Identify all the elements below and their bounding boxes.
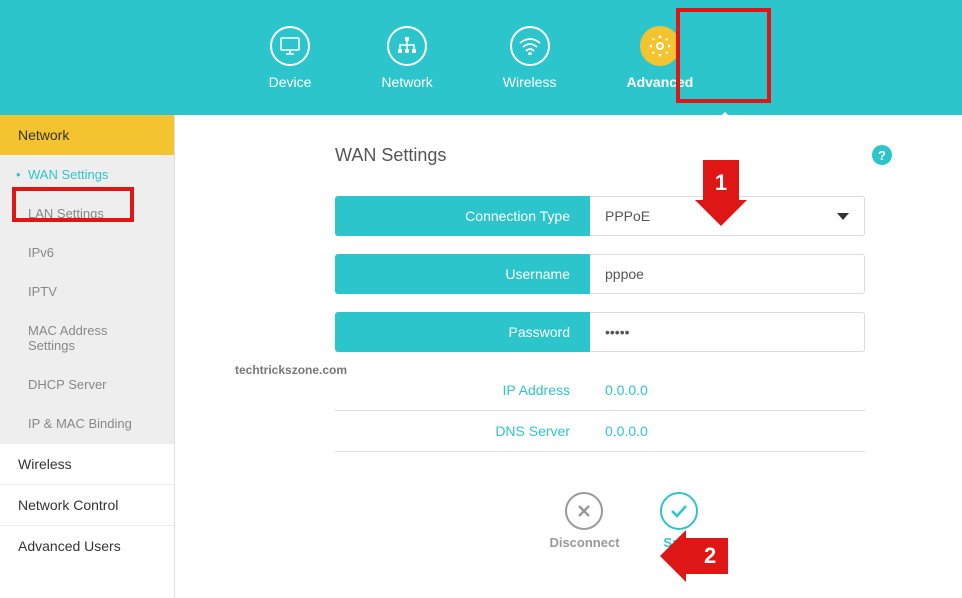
value-dns-server: 0.0.0.0 <box>590 423 648 439</box>
network-icon <box>387 26 427 66</box>
sidebar-header-network[interactable]: Network <box>0 115 174 155</box>
nav-wireless[interactable]: Wireless <box>503 26 557 90</box>
value-ip-address: 0.0.0.0 <box>590 382 648 398</box>
nav-network-label: Network <box>381 74 432 90</box>
actions-row: Disconnect Save <box>335 492 912 550</box>
content-area: Network WAN Settings LAN Settings IPv6 I… <box>0 115 962 598</box>
select-connection-type-value: PPPoE <box>605 208 650 224</box>
label-ip-address: IP Address <box>335 382 590 398</box>
page-title: WAN Settings <box>335 145 912 166</box>
input-username[interactable] <box>605 266 849 282</box>
field-password: Password <box>335 312 865 352</box>
save-label: Save <box>663 535 693 550</box>
input-password-wrapper <box>590 312 865 352</box>
field-connection-type: Connection Type PPPoE <box>335 196 865 236</box>
top-nav: Device Network Wireless Advanced <box>0 0 962 115</box>
sidebar-item-wan-settings[interactable]: WAN Settings <box>0 155 174 194</box>
sidebar-item-ip-mac-binding[interactable]: IP & MAC Binding <box>0 404 174 443</box>
wifi-icon <box>510 26 550 66</box>
sidebar-item-ipv6[interactable]: IPv6 <box>0 233 174 272</box>
sidebar-group-network: Network WAN Settings LAN Settings IPv6 I… <box>0 115 174 443</box>
info-ip-address: IP Address 0.0.0.0 <box>335 370 865 411</box>
sidebar-section-wireless[interactable]: Wireless <box>0 443 174 484</box>
sidebar-item-mac-address[interactable]: MAC Address Settings <box>0 311 174 365</box>
watermark-text: techtrickszone.com <box>235 363 347 377</box>
main-panel: WAN Settings ? Connection Type PPPoE Use… <box>175 115 962 598</box>
close-icon <box>565 492 603 530</box>
info-dns-server: DNS Server 0.0.0.0 <box>335 411 865 452</box>
nav-advanced[interactable]: Advanced <box>626 26 693 90</box>
sidebar-section-network-control[interactable]: Network Control <box>0 484 174 525</box>
input-username-wrapper <box>590 254 865 294</box>
gear-icon <box>640 26 680 66</box>
nav-network[interactable]: Network <box>381 26 432 90</box>
sidebar-item-dhcp-server[interactable]: DHCP Server <box>0 365 174 404</box>
input-password[interactable] <box>605 324 849 340</box>
sidebar-item-lan-settings[interactable]: LAN Settings <box>0 194 174 233</box>
annotation-label-1: 1 <box>703 160 739 200</box>
nav-device-label: Device <box>269 74 312 90</box>
save-button[interactable]: Save <box>660 492 698 550</box>
nav-wireless-label: Wireless <box>503 74 557 90</box>
label-dns-server: DNS Server <box>335 423 590 439</box>
nav-device[interactable]: Device <box>269 26 312 90</box>
field-username: Username <box>335 254 865 294</box>
chevron-down-icon <box>837 213 849 220</box>
sidebar: Network WAN Settings LAN Settings IPv6 I… <box>0 115 175 598</box>
label-username: Username <box>335 254 590 294</box>
select-connection-type[interactable]: PPPoE <box>590 196 865 236</box>
monitor-icon <box>270 26 310 66</box>
check-icon <box>660 492 698 530</box>
sidebar-item-iptv[interactable]: IPTV <box>0 272 174 311</box>
label-password: Password <box>335 312 590 352</box>
nav-advanced-label: Advanced <box>626 74 693 90</box>
label-connection-type: Connection Type <box>335 196 590 236</box>
disconnect-label: Disconnect <box>549 535 619 550</box>
disconnect-button[interactable]: Disconnect <box>549 492 619 550</box>
sidebar-section-advanced-users[interactable]: Advanced Users <box>0 525 174 566</box>
help-icon[interactable]: ? <box>872 145 892 165</box>
